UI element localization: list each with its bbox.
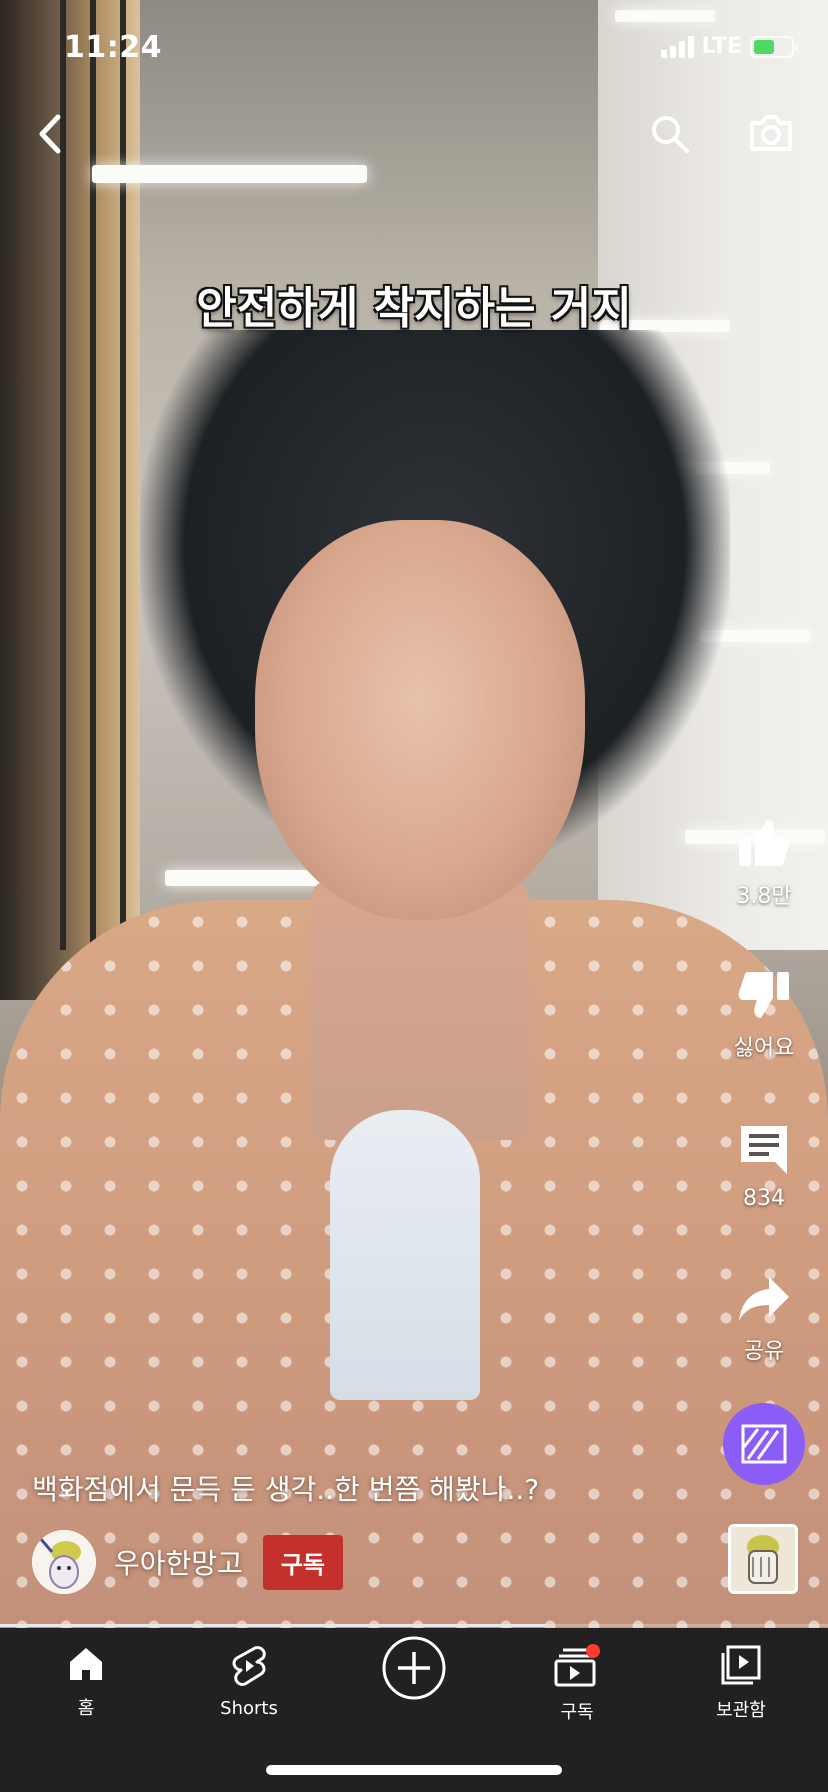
network-label: LTE xyxy=(701,34,742,59)
search-icon xyxy=(652,116,689,153)
video-player[interactable] xyxy=(0,0,828,1628)
search-button[interactable] xyxy=(646,110,694,158)
battery-icon xyxy=(750,35,798,58)
scene-wall-left xyxy=(0,0,140,1000)
mascot-image xyxy=(731,1527,795,1591)
video-caption: 안전하게 착지하는 거지 xyxy=(196,283,632,334)
notification-dot xyxy=(586,1644,600,1658)
signal-icon xyxy=(660,35,694,58)
nav-subscriptions-label: 구독 xyxy=(560,1702,594,1723)
share-button[interactable]: 공유 xyxy=(714,1275,814,1365)
channel-name[interactable]: 우아한망고 xyxy=(114,1542,243,1582)
nav-create[interactable] xyxy=(349,1634,479,1706)
comment-icon xyxy=(741,1126,787,1174)
shorts-icon xyxy=(232,1646,266,1686)
ceiling-light xyxy=(615,10,715,22)
back-button[interactable] xyxy=(30,110,70,158)
camera-button[interactable] xyxy=(746,108,796,158)
dislike-button[interactable]: 싫어요 xyxy=(714,970,814,1062)
channel-avatar[interactable] xyxy=(32,1530,96,1594)
status-time: 11:24 xyxy=(64,30,162,65)
scene-rail xyxy=(90,0,96,950)
thumbs-up-icon xyxy=(739,820,790,866)
video-progress-fill xyxy=(0,1624,547,1627)
library-icon xyxy=(721,1645,761,1685)
nav-home-label: 홈 xyxy=(77,1698,95,1719)
share-label: 공유 xyxy=(743,1339,785,1364)
like-count: 3.8만 xyxy=(736,884,792,909)
status-indicators: LTE xyxy=(660,34,798,59)
remix-icon xyxy=(741,1424,787,1464)
video-progress-bar[interactable] xyxy=(0,1624,828,1627)
nav-subscriptions[interactable]: 구독 xyxy=(512,1644,642,1724)
comments-button[interactable]: 834 xyxy=(714,1122,814,1211)
thumbs-down-icon xyxy=(738,972,789,1018)
remix-button[interactable] xyxy=(723,1403,805,1485)
video-title[interactable]: 백화점에서 문득 든 생각..한 번쯤 해봤나..? xyxy=(32,1468,539,1508)
share-icon xyxy=(739,1277,789,1321)
nav-shorts[interactable]: Shorts xyxy=(184,1644,314,1719)
person-face xyxy=(255,520,585,920)
ceiling-light xyxy=(92,165,367,183)
sound-thumbnail[interactable] xyxy=(728,1524,798,1594)
camera-icon xyxy=(750,115,792,151)
chevron-left-icon xyxy=(39,114,61,154)
subscribe-button[interactable]: 구독 xyxy=(262,1534,343,1590)
home-indicator[interactable] xyxy=(266,1765,562,1775)
battery-level xyxy=(754,39,774,54)
dislike-label: 싫어요 xyxy=(733,1036,795,1061)
create-icon xyxy=(382,1636,446,1700)
subscriptions-icon xyxy=(554,1644,600,1687)
nav-shorts-label: Shorts xyxy=(220,1698,278,1719)
scene-rail xyxy=(120,0,126,950)
channel-row: 우아한망고 구독 xyxy=(32,1530,343,1594)
nav-home[interactable]: 홈 xyxy=(21,1644,151,1720)
nav-library-label: 보관함 xyxy=(716,1700,766,1721)
comment-count: 834 xyxy=(743,1186,785,1211)
person-undershirt xyxy=(330,1110,480,1400)
mascot-avatar-image xyxy=(32,1530,96,1594)
home-icon xyxy=(70,1648,102,1680)
like-button[interactable]: 3.8만 xyxy=(714,818,814,910)
nav-library[interactable]: 보관함 xyxy=(676,1644,806,1722)
